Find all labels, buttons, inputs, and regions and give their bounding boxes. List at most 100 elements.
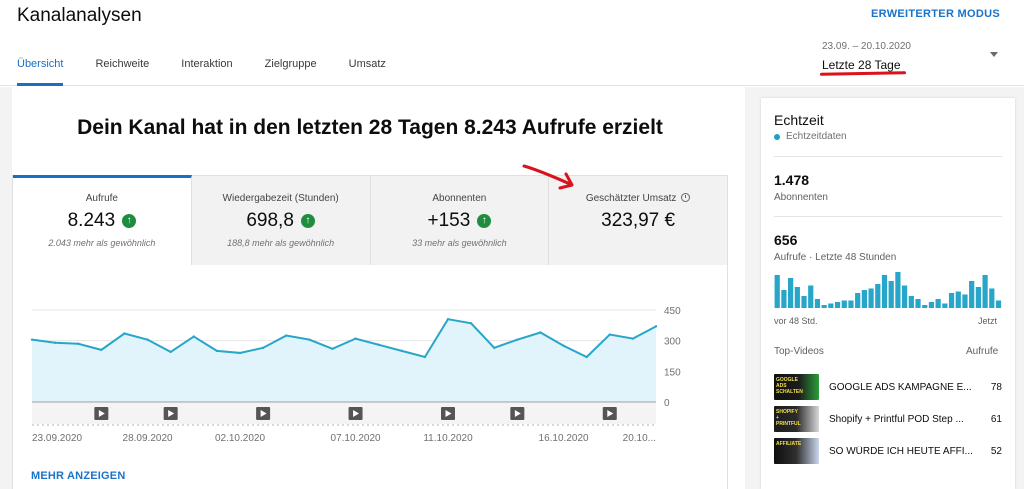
realtime-bar — [942, 303, 948, 308]
realtime-bar — [788, 278, 794, 308]
views-column-label: Aufrufe — [966, 346, 999, 357]
realtime-axis-start: vor 48 Std. — [774, 316, 818, 326]
x-tick-label: 20.10... — [623, 433, 656, 444]
data-point — [192, 335, 195, 338]
realtime-bar — [935, 299, 941, 308]
realtime-bar — [828, 303, 834, 308]
data-point — [30, 338, 34, 341]
metric-label: Abonnenten — [432, 193, 487, 204]
realtime-bar — [995, 300, 1002, 308]
data-point — [215, 349, 219, 353]
y-tick-label: 300 — [664, 337, 681, 348]
data-point — [377, 343, 380, 346]
metric-card-views[interactable]: Aufrufe 8.243 ↑ 2.043 mehr als gewöhnlic… — [13, 175, 192, 265]
x-tick-label: 23.09.2020 — [32, 433, 82, 444]
metric-comparison: 188,8 mehr als gewöhnlich — [227, 238, 335, 248]
data-point — [493, 346, 496, 350]
data-point — [123, 332, 126, 335]
realtime-bar — [801, 296, 807, 308]
realtime-bar — [848, 300, 854, 308]
data-point — [53, 341, 57, 344]
realtime-bar — [808, 285, 814, 308]
tab-bar: Übersicht Reichweite Interaktion Zielgru… — [17, 58, 418, 86]
data-point — [77, 342, 80, 345]
tab-audience[interactable]: Zielgruppe — [265, 58, 317, 86]
video-title[interactable]: SO WÜRDE ICH HEUTE AFFI... — [829, 446, 977, 457]
metric-label: Aufrufe — [85, 193, 118, 204]
x-tick-label: 16.10.2020 — [539, 433, 589, 444]
realtime-live-indicator: Echtzeitdaten — [774, 131, 847, 142]
video-title[interactable]: Shopify + Printful POD Step ... — [829, 414, 977, 425]
x-tick-label: 02.10.2020 — [215, 433, 265, 444]
metric-value: 698,8 — [246, 210, 294, 231]
tab-reach[interactable]: Reichweite — [95, 58, 149, 86]
metric-card-watch-time[interactable]: Wiedergabezeit (Stunden) 698,8 ↑ 188,8 m… — [191, 176, 371, 265]
show-more-link[interactable]: MEHR ANZEIGEN — [31, 470, 125, 482]
realtime-bar — [928, 302, 935, 308]
realtime-bar — [922, 305, 928, 308]
realtime-bar-chart[interactable] — [774, 268, 1002, 308]
red-arrow-annotation — [522, 164, 574, 190]
realtime-title: Echtzeit — [774, 112, 824, 128]
realtime-subscribers-label: Abonnenten — [774, 192, 828, 203]
date-range-text: 23.09. – 20.10.2020 — [822, 41, 911, 52]
realtime-views-value: 656 — [774, 232, 798, 248]
data-point — [238, 351, 242, 355]
top-video-row[interactable]: GOOGLE ADS SCHALTEN GOOGLE ADS KAMPAGNE … — [774, 373, 1002, 401]
realtime-bar — [881, 275, 888, 308]
top-videos-label: Top-Videos — [774, 346, 824, 357]
metric-label: Geschätzter Umsatz — [585, 193, 677, 204]
page-title: Kanalanalysen — [17, 5, 142, 26]
metric-value: 8.243 — [67, 210, 116, 231]
tab-overview[interactable]: Übersicht — [17, 58, 64, 86]
data-point — [631, 337, 635, 340]
arrow-up-icon: ↑ — [122, 214, 137, 228]
arrow-up-icon: ↑ — [477, 214, 492, 228]
realtime-bar — [902, 285, 908, 308]
data-point — [608, 333, 611, 336]
live-label: Echtzeitdaten — [786, 131, 847, 142]
video-thumbnail[interactable]: AFFILIATE — [774, 438, 819, 464]
data-point — [539, 331, 542, 334]
y-tick-label: 150 — [664, 367, 681, 378]
realtime-bar — [982, 275, 988, 308]
metric-value: +153 — [427, 210, 471, 231]
metric-comparison: 33 mehr als gewöhnlich — [412, 238, 507, 248]
analytics-header: Kanalanalysen ERWEITERTER MODUS Übersich… — [0, 0, 1024, 86]
realtime-bar — [821, 305, 827, 308]
realtime-bar — [915, 299, 921, 308]
summary-headline: Dein Kanal hat in den letzten 28 Tagen 8… — [77, 116, 663, 139]
advanced-mode-button[interactable]: ERWEITERTER MODUS — [871, 8, 1000, 20]
data-point — [585, 355, 588, 359]
data-point — [146, 338, 149, 341]
area-fill — [32, 319, 656, 402]
data-point — [562, 344, 565, 347]
chevron-down-icon[interactable] — [990, 52, 998, 57]
realtime-bar — [814, 299, 821, 308]
metric-value-row: 698,8 ↑ — [192, 210, 370, 232]
video-views: 61 — [990, 413, 1002, 425]
metric-value-row: 323,97 € — [549, 210, 727, 232]
video-title[interactable]: GOOGLE ADS KAMPAGNE E... — [829, 382, 977, 393]
views-area-chart[interactable]: 450 300 150 0 23.09.2020 28.09.2020 02.10.2020… — [12, 265, 728, 465]
divider — [774, 156, 1002, 157]
x-tick-label: 07.10.2020 — [331, 433, 381, 444]
date-range-select[interactable]: Letzte 28 Tage — [822, 58, 901, 72]
video-thumbnail[interactable]: SHOPIFY + PRINTFUL — [774, 406, 819, 432]
data-point — [423, 355, 427, 359]
data-point — [331, 347, 334, 351]
realtime-bar — [875, 284, 881, 308]
video-thumbnail[interactable]: GOOGLE ADS SCHALTEN — [774, 374, 819, 400]
metric-label: Wiedergabezeit (Stunden) — [222, 193, 339, 204]
realtime-bar — [834, 302, 841, 308]
realtime-bar — [781, 290, 787, 308]
tab-revenue[interactable]: Umsatz — [349, 58, 386, 86]
top-video-row[interactable]: SHOPIFY + PRINTFUL Shopify + Printful PO… — [774, 405, 1002, 433]
tab-engagement[interactable]: Interaktion — [181, 58, 232, 86]
x-tick-label: 28.09.2020 — [123, 433, 173, 444]
data-point — [354, 337, 357, 340]
realtime-bar — [969, 281, 975, 308]
top-video-row[interactable]: AFFILIATE SO WÜRDE ICH HEUTE AFFI... 52 — [774, 437, 1002, 465]
realtime-bar — [868, 288, 874, 308]
data-point — [446, 318, 450, 321]
